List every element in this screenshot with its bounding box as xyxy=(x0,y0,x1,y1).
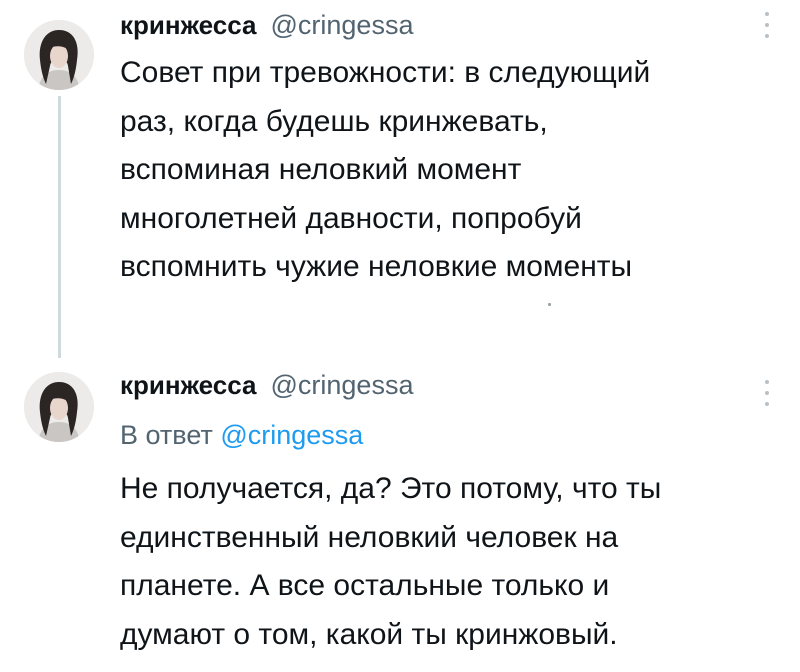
tweet-text-line: думают о том, какой ты кринжовый. xyxy=(120,617,618,651)
more-vertical-icon[interactable] xyxy=(764,380,770,406)
tweet-text-line: единственный неловкий человек на xyxy=(120,520,619,554)
tweet-text: Совет при тревожности: в следующий раз, … xyxy=(120,49,770,292)
tweet-header: кринжесса @cringessa xyxy=(120,370,413,404)
reply-handle-link[interactable]: @cringessa xyxy=(220,420,363,450)
display-name[interactable]: кринжесса xyxy=(120,10,257,41)
image-speck xyxy=(548,303,551,306)
tweet-text-line: вспоминая неловкий момент xyxy=(120,153,522,186)
avatar[interactable] xyxy=(24,20,94,90)
display-name[interactable]: кринжесса xyxy=(120,370,257,401)
thread-line xyxy=(58,96,61,358)
avatar-photo xyxy=(24,20,94,90)
user-handle[interactable]: @cringessa xyxy=(271,370,414,401)
more-vertical-icon[interactable] xyxy=(764,12,770,38)
reply-context: В ответ @cringessa xyxy=(120,420,363,451)
tweet-text-line: Совет при тревожности: в следующий xyxy=(120,56,651,89)
tweet-header: кринжесса @cringessa xyxy=(120,10,413,44)
avatar[interactable] xyxy=(24,372,94,442)
tweet-text: Не получается, да? Это потому, что ты ед… xyxy=(120,465,770,659)
tweet-text-line: Не получается, да? Это потому, что ты xyxy=(120,472,662,505)
user-handle[interactable]: @cringessa xyxy=(271,10,414,41)
tweet-text-line: планете. А все остальные только и xyxy=(120,569,610,602)
tweet-text-line: многолетней давности, попробуй xyxy=(120,201,582,235)
tweet-text-line: раз, когда будешь кринжевать, xyxy=(120,104,548,138)
tweet-text-line: вспомнить чужие неловкие моменты xyxy=(120,250,633,283)
tweet-2[interactable]: кринжесса @cringessa В ответ @cringessa … xyxy=(0,360,800,672)
reply-prefix: В ответ xyxy=(120,420,213,450)
tweet-1[interactable]: кринжесса @cringessa Совет при тревожнос… xyxy=(0,0,800,358)
avatar-photo xyxy=(24,372,94,442)
